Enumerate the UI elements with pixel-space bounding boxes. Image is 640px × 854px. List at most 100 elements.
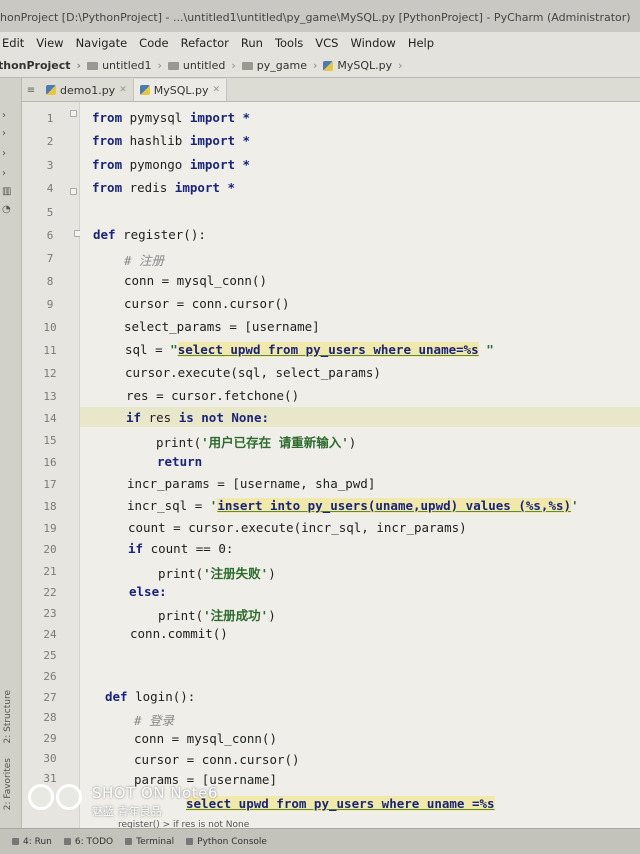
line-number: 12 xyxy=(43,367,57,380)
line-number: 15 xyxy=(43,434,57,447)
side-tab-favorites[interactable]: 2: Favorites xyxy=(3,758,13,810)
line-number: 30 xyxy=(43,752,57,765)
code-line-3: from pymongo import * xyxy=(92,157,251,172)
line-number: 29 xyxy=(43,732,57,745)
folder-icon xyxy=(241,61,253,70)
code-line-21: print('注册失败') xyxy=(158,566,276,581)
line-number: 25 xyxy=(43,649,57,662)
tab-demo1[interactable]: demo1.py ✕ xyxy=(40,79,134,101)
sql-string: select upwd from py_users where uname =%… xyxy=(186,796,495,811)
code-line-29: conn = mysql_conn() xyxy=(134,731,277,746)
menu-help[interactable]: Help xyxy=(402,36,440,50)
line-number: 19 xyxy=(43,522,57,535)
breadcrumb-project[interactable]: thonProject › xyxy=(0,59,81,72)
line-number: 23 xyxy=(43,607,57,620)
menu-bar: Edit View Navigate Code Refactor Run Too… xyxy=(0,32,640,54)
tabs-scroll-icon[interactable]: ≡ xyxy=(22,79,40,101)
external-libraries-icon[interactable]: ▥ xyxy=(2,186,11,197)
menu-code[interactable]: Code xyxy=(133,36,174,50)
line-number: 10 xyxy=(43,321,57,334)
line-number: 8 xyxy=(46,275,54,288)
python-file-icon xyxy=(46,85,56,95)
line-number-gutter: 1 2 3 4 5 6 7 8 9 10 11 12 13 14 15 16 1… xyxy=(22,102,93,828)
fold-marker-icon[interactable] xyxy=(70,188,77,195)
window-title-bar: honProject [D:\PythonProject] - ...\unti… xyxy=(0,0,640,32)
tool-window-bar: 4: Run 6: TODO Terminal Python Console xyxy=(0,828,640,854)
project-tree-arrow[interactable]: › xyxy=(2,128,6,139)
menu-navigate[interactable]: Navigate xyxy=(70,36,134,50)
code-line-2: from hashlib import * xyxy=(92,133,251,148)
code-line-7: # 注册 xyxy=(124,253,165,268)
code-line-16: return xyxy=(157,454,203,469)
menu-window[interactable]: Window xyxy=(344,36,401,50)
python-console-tool-button[interactable]: Python Console xyxy=(186,837,267,847)
code-line-14: if res is not None: xyxy=(126,410,270,425)
breadcrumb-untitled1[interactable]: untitled1 › xyxy=(81,59,162,72)
code-line-22: else: xyxy=(129,584,167,599)
fold-marker-icon[interactable] xyxy=(70,110,77,117)
close-icon[interactable]: ✕ xyxy=(119,85,127,95)
line-number: 21 xyxy=(43,565,57,578)
code-line-24: conn.commit() xyxy=(130,626,228,641)
folder-icon xyxy=(167,61,179,70)
breadcrumb-py-game[interactable]: py_game › xyxy=(236,59,317,72)
line-number: 14 xyxy=(43,412,57,425)
code-line-23: print('注册成功') xyxy=(158,608,276,623)
line-number: 18 xyxy=(43,500,57,513)
camera-watermark: SHOT ON Note6 魅蓝 青年良品 xyxy=(28,784,218,819)
code-line-32: select upwd from py_users where uname =%… xyxy=(186,796,495,811)
line-number: 17 xyxy=(43,478,57,491)
code-line-9: cursor = conn.cursor() xyxy=(124,296,290,311)
breadcrumb: thonProject › untitled1 › untitled › py_gam… xyxy=(0,54,640,78)
line-number: 28 xyxy=(43,711,57,724)
line-number: 11 xyxy=(43,344,57,357)
breadcrumb-file[interactable]: MySQL.py › xyxy=(317,59,403,72)
code-line-11: sql = "select upwd from py_users where u… xyxy=(125,342,494,357)
run-icon xyxy=(12,838,19,845)
line-number: 16 xyxy=(43,456,57,469)
menu-run[interactable]: Run xyxy=(235,36,269,50)
line-number: 5 xyxy=(46,206,54,219)
line-number: 1 xyxy=(46,112,54,125)
code-line-18: incr_sql = 'insert into py_users(uname,u… xyxy=(127,498,579,513)
window-title: honProject [D:\PythonProject] - ...\unti… xyxy=(0,11,631,24)
python-file-icon xyxy=(139,85,150,95)
project-tree-arrow[interactable]: › xyxy=(2,148,6,159)
tab-mysql[interactable]: MySQL.py ✕ xyxy=(133,79,228,101)
python-file-icon xyxy=(323,60,334,71)
code-line-27: def login(): xyxy=(105,689,196,704)
menu-edit[interactable]: Edit xyxy=(0,36,30,50)
watermark-line2: 魅蓝 青年良品 xyxy=(92,805,162,818)
line-number: 9 xyxy=(46,298,54,311)
scratches-icon[interactable]: ◔ xyxy=(2,204,11,215)
camera-logo-icon xyxy=(28,784,82,810)
menu-vcs[interactable]: VCS xyxy=(309,36,344,50)
terminal-tool-button[interactable]: Terminal xyxy=(125,837,174,847)
code-line-20: if count == 0: xyxy=(128,541,234,556)
line-number: 26 xyxy=(43,670,57,683)
line-number: 4 xyxy=(46,182,54,195)
project-tree-arrow[interactable]: › xyxy=(2,168,6,179)
project-tool-strip: › › › › ▥ ◔ 2: Structure 2: Favorites xyxy=(0,78,22,828)
code-line-4: from redis import * xyxy=(92,180,236,195)
code-editor[interactable]: from pymysql import * from hashlib impor… xyxy=(80,102,640,828)
side-tab-structure[interactable]: 2: Structure xyxy=(3,690,13,744)
menu-refactor[interactable]: Refactor xyxy=(175,36,235,50)
code-line-30: cursor = conn.cursor() xyxy=(134,752,300,767)
project-tree-arrow[interactable]: › xyxy=(2,110,6,121)
terminal-icon xyxy=(125,838,133,845)
menu-tools[interactable]: Tools xyxy=(269,36,309,50)
run-tool-button[interactable]: 4: Run xyxy=(12,837,52,847)
folder-icon xyxy=(87,61,99,70)
breadcrumb-untitled[interactable]: untitled › xyxy=(162,59,236,72)
code-line-10: select_params = [username] xyxy=(124,319,320,334)
menu-view[interactable]: View xyxy=(30,36,69,50)
watermark-line1: SHOT ON Note6 xyxy=(92,784,218,802)
line-number: 3 xyxy=(46,159,54,172)
line-number: 27 xyxy=(43,691,57,704)
close-icon[interactable]: ✕ xyxy=(213,85,221,95)
line-number: 7 xyxy=(46,252,54,265)
code-line-8: conn = mysql_conn() xyxy=(124,273,267,288)
todo-tool-button[interactable]: 6: TODO xyxy=(63,837,113,847)
code-line-6: def register(): xyxy=(93,227,206,242)
